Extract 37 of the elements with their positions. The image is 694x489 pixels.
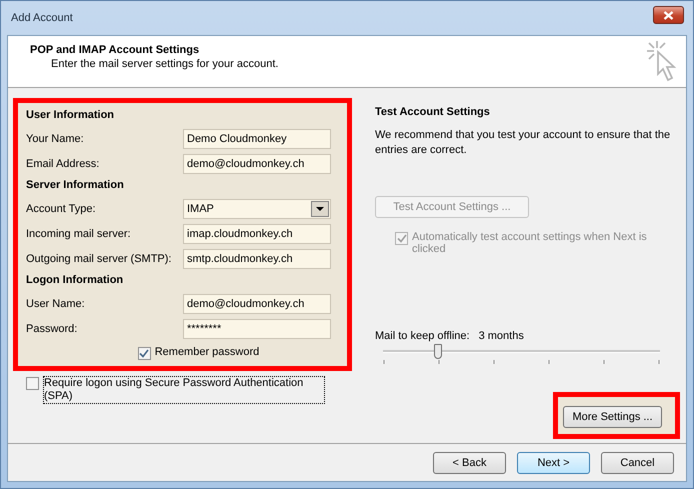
field-label: Password: (26, 322, 78, 334)
offline-value: 3 months (478, 330, 524, 342)
section-heading: Server Information (26, 179, 125, 191)
dropdown-arrow-icon (316, 206, 324, 210)
window-title: Add Account (10, 12, 73, 24)
field-label: Outgoing mail server (SMTP): (26, 252, 172, 264)
field-label: Account Type: (26, 202, 96, 214)
field-label: Your Name: (26, 132, 84, 144)
password-field[interactable]: ******** (183, 318, 331, 338)
remember-password-checkbox[interactable] (138, 347, 151, 360)
more-settings-button[interactable]: More Settings ... (563, 406, 662, 428)
field-label: Incoming mail server: (26, 228, 131, 240)
dialog-button[interactable]: Next > (517, 452, 590, 474)
header-subtitle: Enter the mail server settings for your account. (50, 58, 278, 70)
checkbox-label: Automatically test account settings when Next is clicked (412, 231, 648, 255)
section-heading: User Information (26, 109, 116, 121)
spa-checkbox[interactable] (26, 377, 39, 390)
field-label: Email Address: (26, 158, 100, 170)
input-field[interactable]: Demo Cloudmonkey (183, 128, 331, 148)
offline-label: Mail to keep offline: (375, 330, 470, 342)
account-type-dropdown[interactable]: IMAP (183, 198, 331, 218)
input-field[interactable]: demo@cloudmonkey.ch (183, 294, 331, 314)
header-title: POP and IMAP Account Settings (30, 44, 200, 56)
dialog-button[interactable]: < Back (433, 452, 506, 474)
close-icon (663, 10, 674, 20)
field-label: User Name: (26, 298, 85, 310)
close-button[interactable] (653, 6, 684, 24)
section-heading: Logon Information (26, 274, 124, 286)
dialog-button[interactable]: Cancel (601, 452, 674, 474)
section-heading: Test Account Settings (375, 106, 491, 118)
description-text: We recommend that you test your account to ensure that the entries are correct. (375, 128, 672, 158)
input-field[interactable]: smtp.cloudmonkey.ch (183, 248, 331, 268)
input-field[interactable]: imap.cloudmonkey.ch (183, 224, 331, 244)
checkbox-label: Require logon using Secure Password Authentication (SPA) (43, 376, 325, 404)
checkbox-label: Remember password (154, 346, 260, 358)
input-field[interactable]: demo@cloudmonkey.ch (183, 154, 331, 174)
slider-thumb[interactable] (434, 344, 442, 359)
